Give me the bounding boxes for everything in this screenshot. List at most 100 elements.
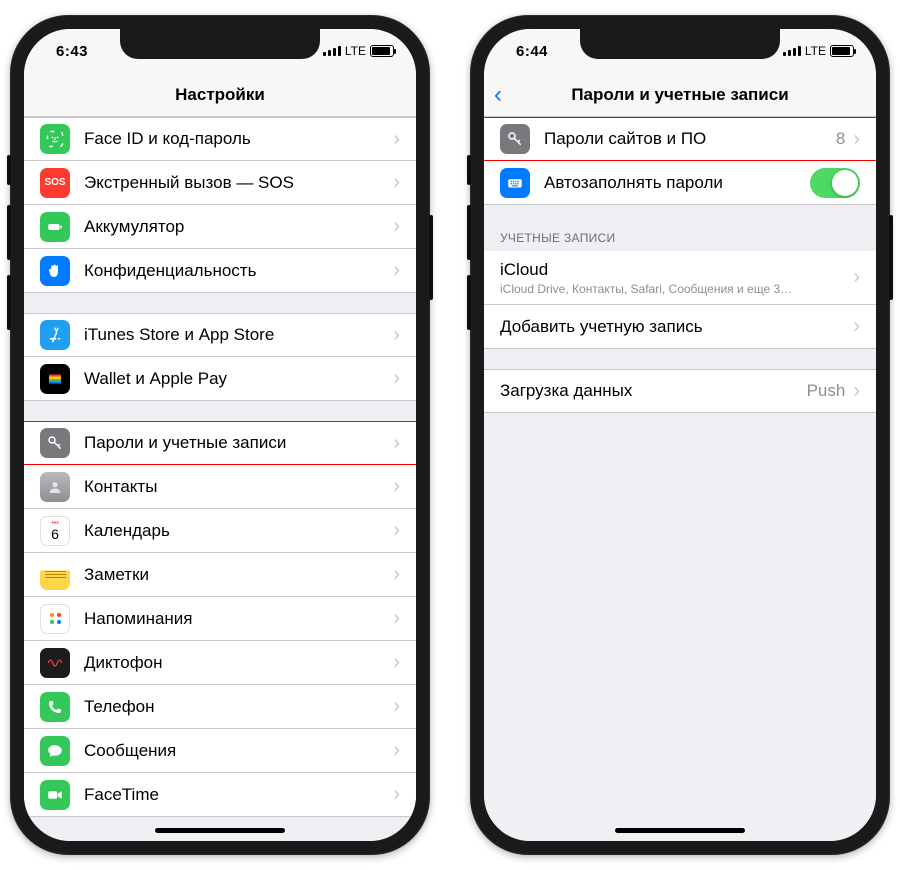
row-appstore[interactable]: iTunes Store и App Store › bbox=[24, 313, 416, 357]
cell-signal-icon bbox=[783, 46, 801, 56]
row-label: Конфиденциальность bbox=[84, 261, 393, 281]
row-label: iTunes Store и App Store bbox=[84, 325, 393, 345]
keyboard-icon bbox=[500, 168, 530, 198]
chevron-right-icon: › bbox=[853, 380, 860, 403]
privacy-hand-icon bbox=[40, 256, 70, 286]
contacts-icon bbox=[40, 472, 70, 502]
chevron-right-icon: › bbox=[393, 651, 400, 674]
nav-title: Настройки bbox=[175, 85, 265, 105]
chevron-right-icon: › bbox=[393, 519, 400, 542]
carrier-label: LTE bbox=[345, 44, 366, 58]
key-icon bbox=[500, 124, 530, 154]
chevron-right-icon: › bbox=[393, 475, 400, 498]
notch bbox=[580, 29, 780, 59]
chevron-right-icon: › bbox=[393, 607, 400, 630]
appstore-icon bbox=[40, 320, 70, 350]
facetime-icon bbox=[40, 780, 70, 810]
row-label: Добавить учетную запись bbox=[500, 317, 853, 337]
sos-icon: SOS bbox=[40, 168, 70, 198]
row-privacy[interactable]: Конфиденциальность › bbox=[24, 249, 416, 293]
row-notes[interactable]: Заметки › bbox=[24, 553, 416, 597]
key-icon bbox=[40, 428, 70, 458]
row-label: Пароли сайтов и ПО bbox=[544, 129, 836, 149]
row-label: Телефон bbox=[84, 697, 393, 717]
phone-icon bbox=[40, 692, 70, 722]
row-messages[interactable]: Сообщения › bbox=[24, 729, 416, 773]
row-detail: 8 bbox=[836, 129, 845, 149]
row-detail: Push bbox=[807, 381, 846, 401]
row-label: Пароли и учетные записи bbox=[84, 433, 393, 453]
row-icloud[interactable]: iCloud iCloud Drive, Контакты, Safari, С… bbox=[484, 251, 876, 305]
row-voice[interactable]: Диктофон › bbox=[24, 641, 416, 685]
row-sos[interactable]: SOS Экстренный вызов — SOS › bbox=[24, 161, 416, 205]
row-fetch[interactable]: Загрузка данных Push › bbox=[484, 369, 876, 413]
chevron-right-icon: › bbox=[393, 324, 400, 347]
row-label: Загрузка данных bbox=[500, 381, 807, 401]
chevron-right-icon: › bbox=[853, 315, 860, 338]
home-indicator[interactable] bbox=[155, 828, 285, 833]
faceid-icon bbox=[40, 124, 70, 154]
carrier-label: LTE bbox=[805, 44, 826, 58]
row-phone[interactable]: Телефон › bbox=[24, 685, 416, 729]
row-label: Аккумулятор bbox=[84, 217, 393, 237]
calendar-icon: •••6 bbox=[40, 516, 70, 546]
row-label: Face ID и код-пароль bbox=[84, 129, 393, 149]
row-label: Сообщения bbox=[84, 741, 393, 761]
row-sublabel: iCloud Drive, Контакты, Safari, Сообщени… bbox=[500, 282, 853, 296]
row-site-passwords[interactable]: Пароли сайтов и ПО 8 › bbox=[484, 117, 876, 161]
reminders-icon bbox=[40, 604, 70, 634]
chevron-right-icon: › bbox=[393, 367, 400, 390]
row-label: Напоминания bbox=[84, 609, 393, 629]
nav-title: Пароли и учетные записи bbox=[571, 85, 788, 105]
chevron-right-icon: › bbox=[393, 259, 400, 282]
row-label: FaceTime bbox=[84, 785, 393, 805]
row-label: Диктофон bbox=[84, 653, 393, 673]
nav-bar: ‹ Пароли и учетные записи bbox=[484, 73, 876, 117]
row-autofill[interactable]: Автозаполнять пароли bbox=[484, 161, 876, 205]
row-passwords[interactable]: Пароли и учетные записи › bbox=[24, 421, 416, 465]
chevron-right-icon: › bbox=[393, 171, 400, 194]
row-reminders[interactable]: Напоминания › bbox=[24, 597, 416, 641]
row-add-account[interactable]: Добавить учетную запись › bbox=[484, 305, 876, 349]
notes-icon bbox=[40, 560, 70, 590]
battery-icon bbox=[40, 212, 70, 242]
row-contacts[interactable]: Контакты › bbox=[24, 465, 416, 509]
battery-icon bbox=[830, 45, 854, 57]
messages-icon bbox=[40, 736, 70, 766]
row-label: Wallet и Apple Pay bbox=[84, 369, 393, 389]
chevron-right-icon: › bbox=[393, 215, 400, 238]
chevron-right-icon: › bbox=[393, 739, 400, 762]
settings-list[interactable]: Face ID и код-пароль › SOS Экстренный вы… bbox=[24, 117, 416, 841]
autofill-toggle[interactable] bbox=[810, 168, 860, 198]
chevron-right-icon: › bbox=[393, 432, 400, 455]
chevron-right-icon: › bbox=[393, 695, 400, 718]
phone-right: 6:44 LTE ‹ Пароли и учетные записи Парол… bbox=[470, 15, 890, 855]
row-faceid[interactable]: Face ID и код-пароль › bbox=[24, 117, 416, 161]
row-battery[interactable]: Аккумулятор › bbox=[24, 205, 416, 249]
notch bbox=[120, 29, 320, 59]
chevron-right-icon: › bbox=[393, 128, 400, 151]
home-indicator[interactable] bbox=[615, 828, 745, 833]
row-calendar[interactable]: •••6 Календарь › bbox=[24, 509, 416, 553]
chevron-right-icon: › bbox=[393, 783, 400, 806]
phone-left: 6:43 LTE Настройки Face ID и код-пароль … bbox=[10, 15, 430, 855]
row-label: Заметки bbox=[84, 565, 393, 585]
row-wallet[interactable]: Wallet и Apple Pay › bbox=[24, 357, 416, 401]
row-label: Экстренный вызов — SOS bbox=[84, 173, 393, 193]
chevron-right-icon: › bbox=[853, 266, 860, 289]
battery-icon bbox=[370, 45, 394, 57]
nav-bar: Настройки bbox=[24, 73, 416, 117]
wallet-icon bbox=[40, 364, 70, 394]
voice-memos-icon bbox=[40, 648, 70, 678]
row-label: Автозаполнять пароли bbox=[544, 173, 810, 193]
group-header-accounts: УЧЕТНЫЕ ЗАПИСИ bbox=[484, 225, 876, 251]
row-label: Календарь bbox=[84, 521, 393, 541]
row-label: iCloud bbox=[500, 260, 853, 280]
back-button[interactable]: ‹ bbox=[494, 81, 502, 109]
row-facetime[interactable]: FaceTime › bbox=[24, 773, 416, 817]
chevron-right-icon: › bbox=[853, 128, 860, 151]
row-label: Контакты bbox=[84, 477, 393, 497]
passwords-list[interactable]: Пароли сайтов и ПО 8 › Автозаполнять пар… bbox=[484, 117, 876, 841]
status-time: 6:44 bbox=[516, 43, 548, 60]
cell-signal-icon bbox=[323, 46, 341, 56]
